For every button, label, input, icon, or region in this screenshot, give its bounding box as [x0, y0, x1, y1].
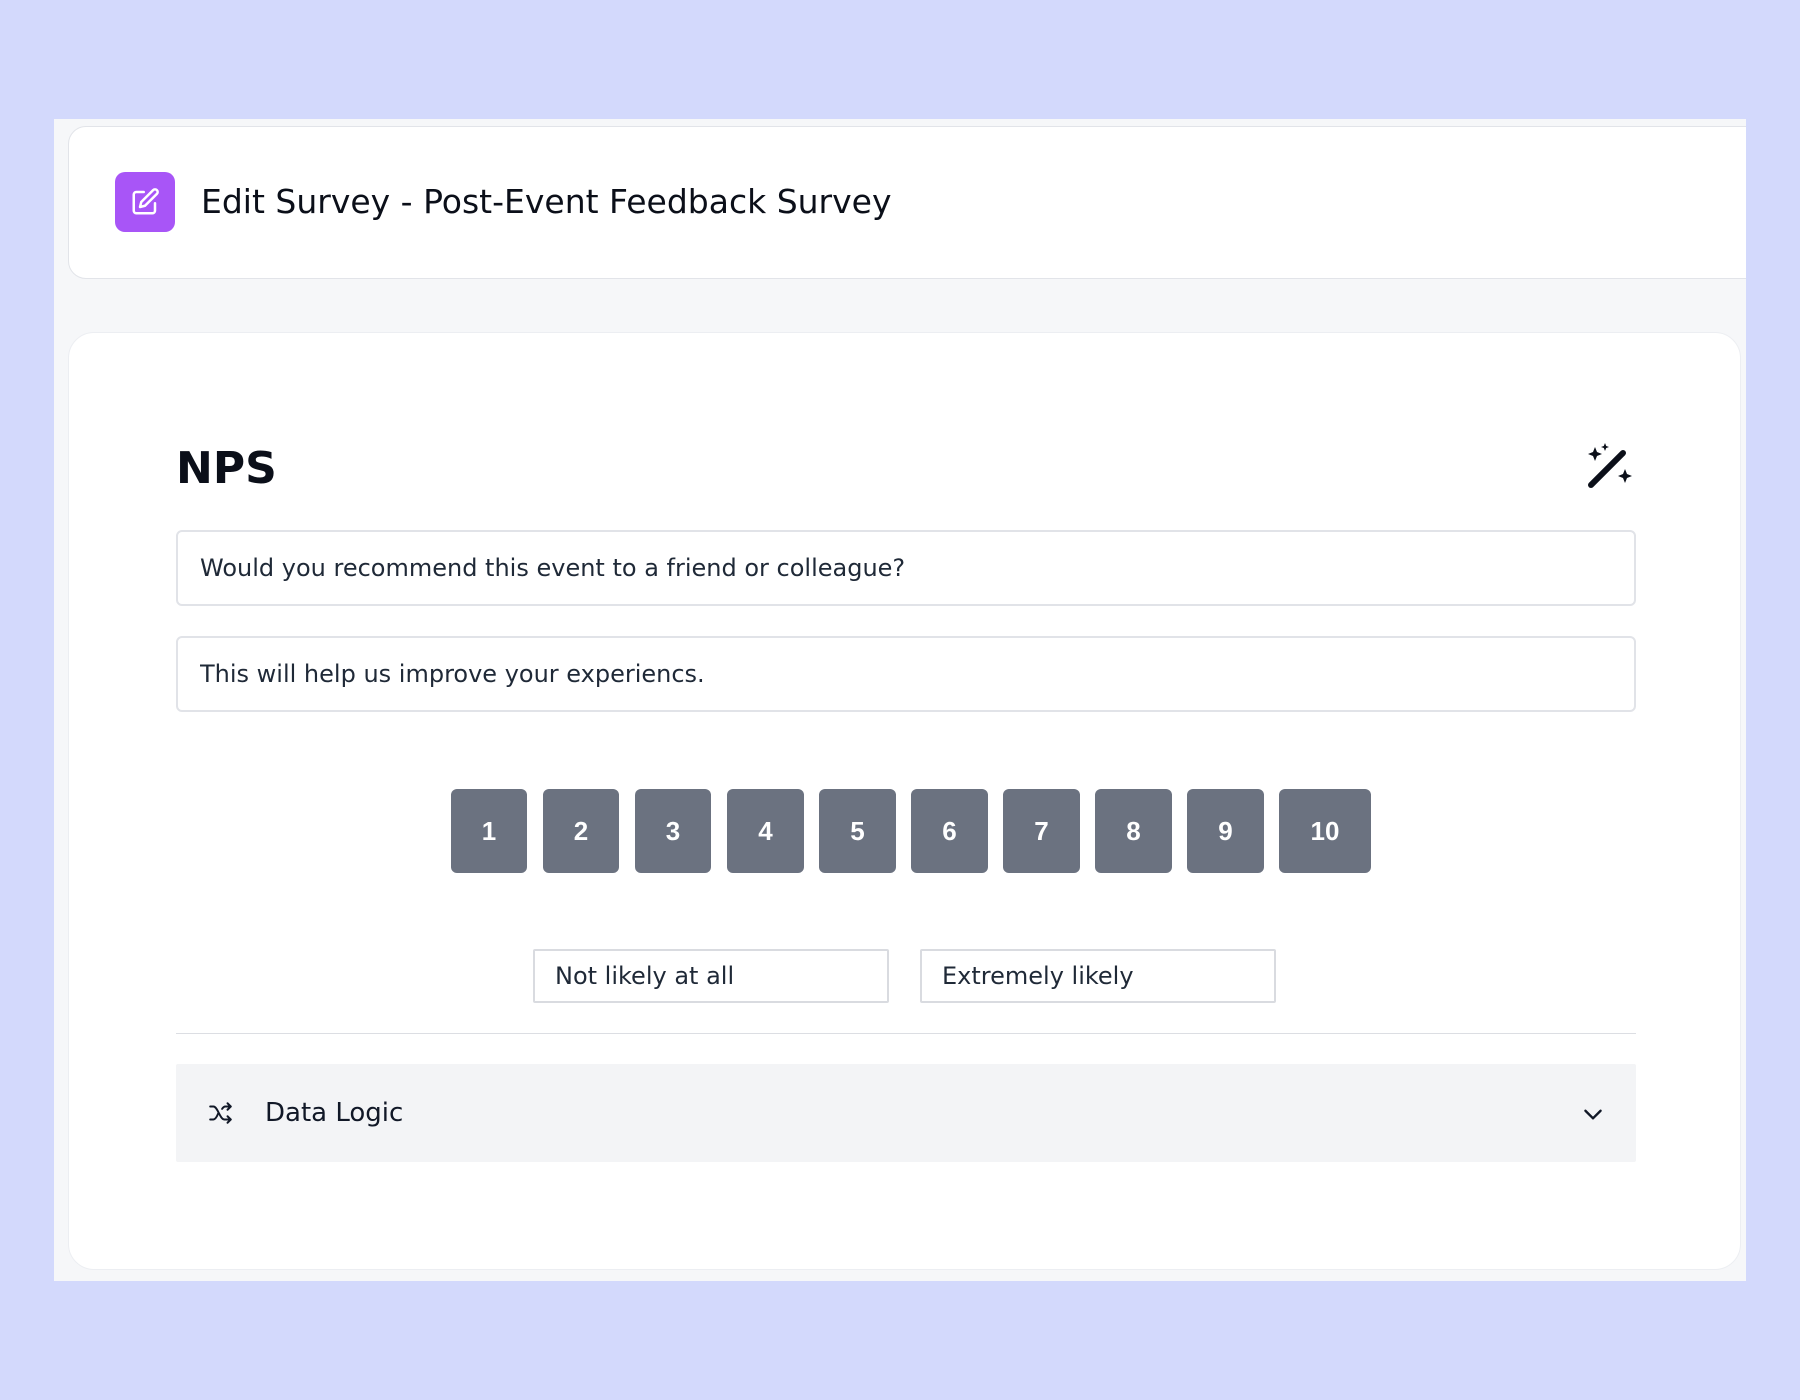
data-logic-label: Data Logic [265, 1098, 404, 1128]
page-title: Edit Survey - Post-Event Feedback Survey [201, 182, 892, 221]
shuffle-icon [208, 1100, 234, 1126]
scale-option-5[interactable]: 5 [819, 789, 896, 873]
question-type-heading: NPS [176, 443, 277, 494]
edit-icon [115, 172, 175, 232]
magic-wand-icon[interactable] [1583, 441, 1635, 493]
scale-option-10[interactable]: 10 [1279, 789, 1371, 873]
question-subtitle-input[interactable] [176, 636, 1636, 712]
scale-option-2[interactable]: 2 [543, 789, 619, 873]
data-logic-toggle[interactable]: Data Logic [176, 1064, 1636, 1162]
high-score-label-input[interactable] [920, 949, 1276, 1003]
question-text-input[interactable] [176, 530, 1636, 606]
scale-option-9[interactable]: 9 [1187, 789, 1264, 873]
header-bar: Edit Survey - Post-Event Feedback Survey [68, 126, 1746, 279]
low-score-label-input[interactable] [533, 949, 889, 1003]
divider [176, 1033, 1636, 1034]
app-frame: Edit Survey - Post-Event Feedback Survey… [54, 119, 1746, 1281]
scale-option-1[interactable]: 1 [451, 789, 527, 873]
scale-option-6[interactable]: 6 [911, 789, 988, 873]
scale-option-8[interactable]: 8 [1095, 789, 1172, 873]
scale-option-3[interactable]: 3 [635, 789, 711, 873]
scale-option-7[interactable]: 7 [1003, 789, 1080, 873]
question-editor-card: NPS 1 2 3 4 5 6 7 8 9 10 [68, 332, 1741, 1270]
nps-scale: 1 2 3 4 5 6 7 8 9 10 [69, 789, 1742, 873]
chevron-down-icon[interactable] [1580, 1101, 1606, 1127]
scale-option-4[interactable]: 4 [727, 789, 804, 873]
